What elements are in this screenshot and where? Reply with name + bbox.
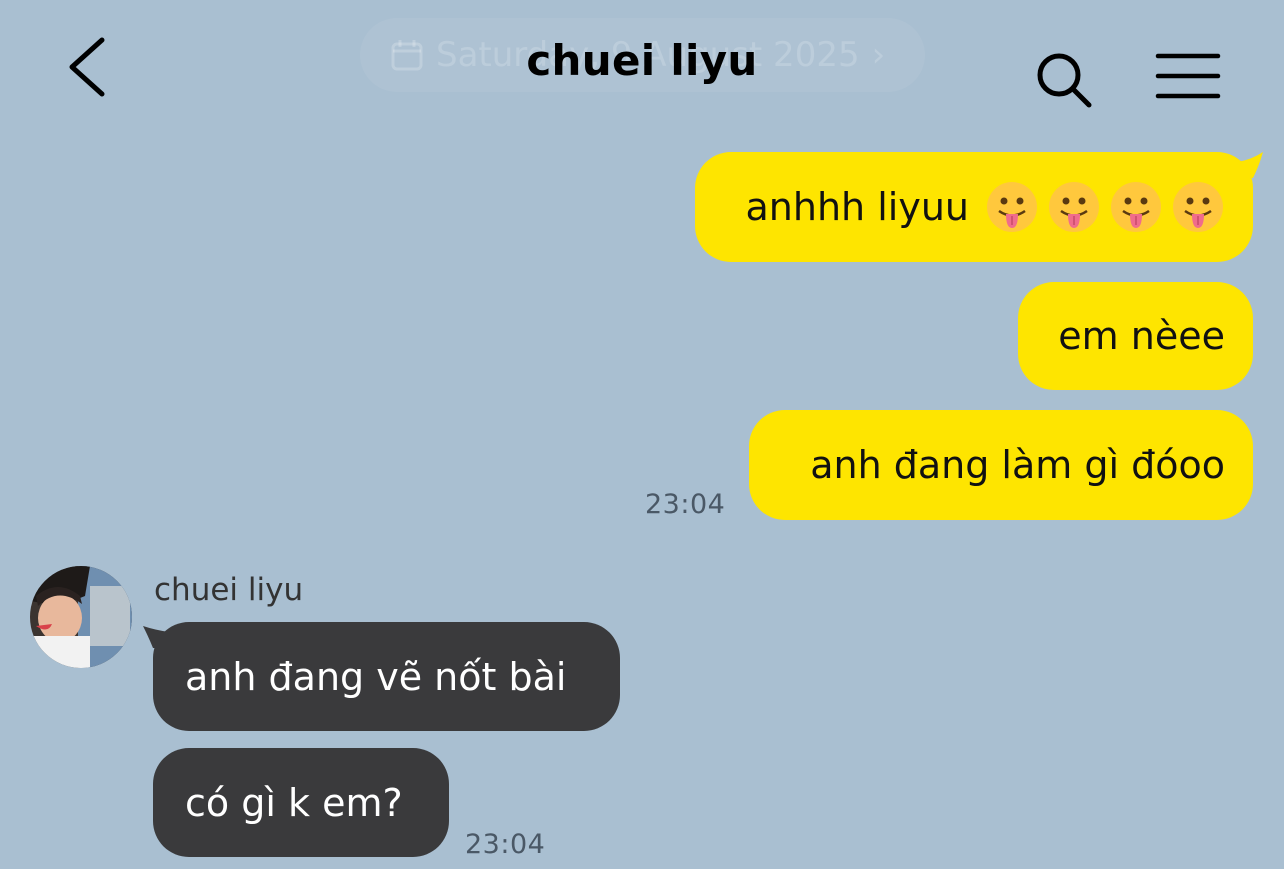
received-message[interactable]: anh đang vẽ nốt bài (143, 622, 620, 731)
date-pill[interactable]: Saturday, 9 August 2025 › (360, 18, 925, 92)
face-with-tongue-emoji (1173, 182, 1223, 232)
emoji-group (985, 180, 1225, 234)
profile-photo (30, 566, 132, 668)
hamburger-menu-icon (1155, 53, 1221, 99)
received-message[interactable]: có gì k em? (153, 748, 449, 857)
chat-header: Saturday, 9 August 2025 › chuei liyu (0, 0, 1284, 130)
bubble-tail (1237, 152, 1263, 178)
menu-button[interactable] (1154, 52, 1222, 104)
face-with-tongue-emoji (1111, 182, 1161, 232)
message-text: anhhh liyuu (745, 185, 969, 229)
sent-message[interactable]: anh đang làm gì đóoo (749, 410, 1253, 520)
received-timestamp: 23:04 (465, 829, 546, 860)
date-label: Saturday, 9 August 2025 (436, 35, 860, 75)
sent-timestamp: 23:04 (645, 489, 726, 520)
sent-message[interactable]: anhhh liyuu (695, 152, 1263, 262)
face-with-tongue-emoji (987, 182, 1037, 232)
search-icon (1037, 53, 1092, 108)
sent-message[interactable]: em nèee (1018, 282, 1253, 390)
chevron-left-icon (69, 37, 105, 97)
bubble-tail (143, 626, 169, 648)
message-text: anh đang vẽ nốt bài (185, 654, 567, 699)
sender-name: chuei liyu (154, 572, 304, 608)
face-with-tongue-emoji (1049, 182, 1099, 232)
chevron-right-icon: › (871, 35, 886, 75)
search-button[interactable] (1032, 48, 1098, 114)
back-button[interactable] (62, 32, 122, 102)
message-text: có gì k em? (185, 780, 403, 825)
message-text: anh đang làm gì đóoo (810, 443, 1225, 487)
calendar-icon (391, 40, 423, 71)
message-text: em nèee (1058, 314, 1225, 358)
avatar[interactable] (30, 566, 132, 668)
